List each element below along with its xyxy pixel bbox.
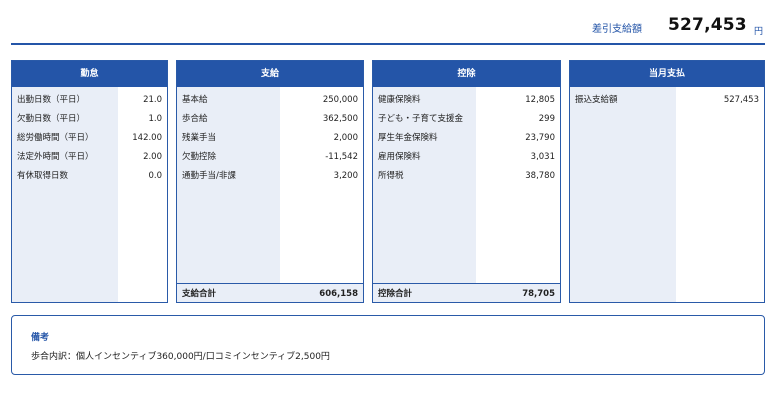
row-value: 2,000 [333, 133, 358, 143]
payment-row: 歩合給 362,500 [177, 110, 363, 129]
attendance-row: 法定外時間（平日） 2.00 [12, 148, 167, 167]
row-label: 総労働時間（平日） [17, 133, 94, 143]
row-label: 厚生年金保険料 [378, 133, 438, 143]
row-value: 527,453 [723, 95, 759, 105]
net-pay-unit: 円 [754, 27, 764, 37]
row-label: 歩合給 [182, 114, 208, 124]
deduction-total-row: 控除合計 78,705 [373, 283, 560, 302]
deduction-row: 所得税 38,780 [373, 167, 560, 186]
row-value: 362,500 [322, 114, 358, 124]
row-value: 23,790 [525, 133, 555, 143]
row-label: 通勤手当/非課 [182, 171, 236, 181]
row-value: 2.00 [143, 152, 162, 162]
row-label: 法定外時間（平日） [17, 152, 94, 162]
remarks-text: 歩合内訳：個人インセンティブ360,000円/口コミインセンティブ2,500円 [31, 352, 330, 362]
row-value: 250,000 [322, 95, 358, 105]
monthly-payment-panel: 当月支払 振込支給額 527,453 [569, 60, 765, 303]
monthly-payment-row: 振込支給額 527,453 [570, 91, 764, 110]
deduction-row: 健康保険料 12,805 [373, 91, 560, 110]
attendance-panel: 勤怠 出勤日数（平日） 21.0 欠勤日数（平日） 1.0 総労働時間（平日） … [11, 60, 168, 303]
payment-panel-body: 基本給 250,000 歩合給 362,500 残業手当 2,000 欠勤控除 … [177, 87, 363, 302]
row-label: 振込支給額 [575, 95, 618, 105]
deduction-total-label: 控除合計 [378, 289, 413, 299]
payment-row: 基本給 250,000 [177, 91, 363, 110]
label-column [570, 87, 676, 302]
payment-total-value: 606,158 [319, 289, 358, 299]
payment-row: 通勤手当/非課 3,200 [177, 167, 363, 186]
row-label: 所得税 [378, 171, 404, 181]
deduction-panel: 控除 健康保険料 12,805 子ども・子育て支援金 299 厚生年金保険料 2… [372, 60, 561, 303]
row-label: 残業手当 [182, 133, 217, 143]
row-label: 子ども・子育て支援金 [378, 114, 464, 124]
row-value: 0.0 [148, 171, 162, 181]
row-value: 38,780 [525, 171, 555, 181]
row-value: 12,805 [525, 95, 555, 105]
deduction-panel-body: 健康保険料 12,805 子ども・子育て支援金 299 厚生年金保険料 23,7… [373, 87, 560, 302]
attendance-row: 欠勤日数（平日） 1.0 [12, 110, 167, 129]
deduction-row: 厚生年金保険料 23,790 [373, 129, 560, 148]
deduction-row: 子ども・子育て支援金 299 [373, 110, 560, 129]
row-value: 3,031 [530, 152, 555, 162]
remarks-title: 備考 [31, 333, 50, 343]
attendance-row: 有休取得日数 0.0 [12, 167, 167, 186]
payment-total-label: 支給合計 [182, 289, 217, 299]
monthly-payment-panel-body: 振込支給額 527,453 [570, 87, 764, 302]
row-value: -11,542 [325, 152, 358, 162]
row-label: 欠勤控除 [182, 152, 217, 162]
deduction-row: 雇用保険料 3,031 [373, 148, 560, 167]
payment-total-row: 支給合計 606,158 [177, 283, 363, 302]
payment-row: 欠勤控除 -11,542 [177, 148, 363, 167]
deduction-total-value: 78,705 [522, 289, 555, 299]
header-divider [11, 43, 765, 45]
row-value: 1.0 [148, 114, 162, 124]
monthly-payment-panel-title: 当月支払 [570, 61, 764, 87]
row-label: 有休取得日数 [17, 171, 69, 181]
row-value: 299 [538, 114, 555, 124]
row-label: 出勤日数（平日） [17, 95, 86, 105]
deduction-panel-title: 控除 [373, 61, 560, 87]
payment-row: 残業手当 2,000 [177, 129, 363, 148]
payslip-page: 差引支給額 527,453 円 勤怠 出勤日数（平日） 21.0 欠勤日数（平日… [0, 0, 781, 416]
row-label: 雇用保険料 [378, 152, 421, 162]
row-value: 21.0 [143, 95, 162, 105]
attendance-row: 出勤日数（平日） 21.0 [12, 91, 167, 110]
net-pay-value: 527,453 [668, 15, 747, 35]
row-value: 142.00 [132, 133, 162, 143]
attendance-panel-body: 出勤日数（平日） 21.0 欠勤日数（平日） 1.0 総労働時間（平日） 142… [12, 87, 167, 302]
row-label: 欠勤日数（平日） [17, 114, 86, 124]
row-label: 健康保険料 [378, 95, 421, 105]
payment-panel: 支給 基本給 250,000 歩合給 362,500 残業手当 2,000 欠勤… [176, 60, 364, 303]
net-pay-label: 差引支給額 [592, 24, 642, 35]
attendance-row: 総労働時間（平日） 142.00 [12, 129, 167, 148]
remarks-box: 備考 歩合内訳：個人インセンティブ360,000円/口コミインセンティブ2,50… [11, 315, 765, 375]
payment-panel-title: 支給 [177, 61, 363, 87]
row-label: 基本給 [182, 95, 208, 105]
attendance-panel-title: 勤怠 [12, 61, 167, 87]
row-value: 3,200 [333, 171, 358, 181]
